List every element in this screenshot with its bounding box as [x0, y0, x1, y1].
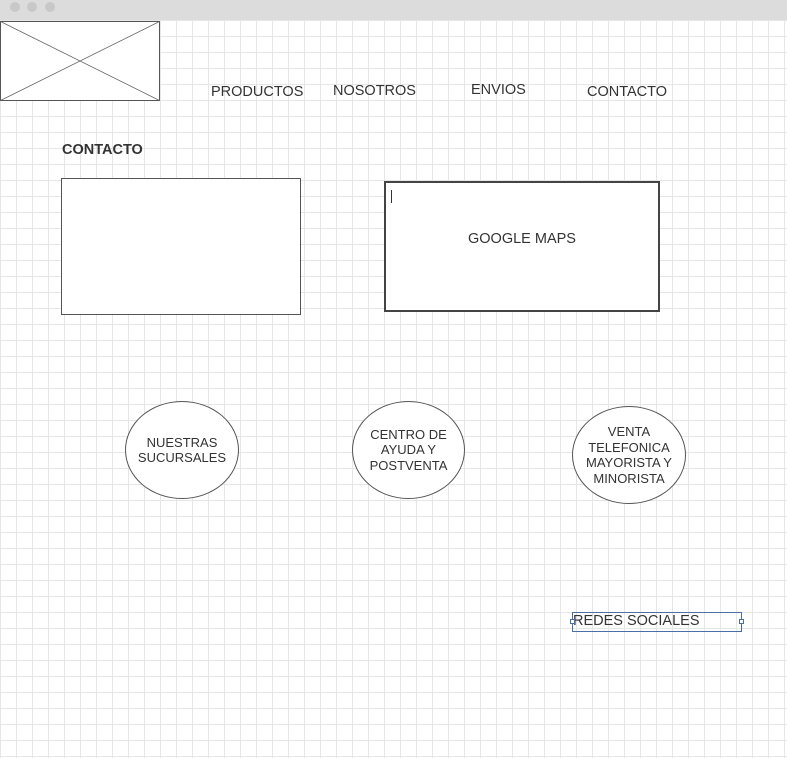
nav-contacto-link[interactable]: CONTACTO	[587, 84, 667, 100]
redes-sociales-label: REDES SOCIALES	[573, 613, 700, 629]
sucursales-label: NUESTRAS SUCURSALES	[137, 434, 227, 466]
wireframe-canvas: PRODUCTOS NOSOTROS ENVIOS CONTACTO CONTA…	[0, 0, 787, 758]
google-maps-placeholder[interactable]: GOOGLE MAPS	[384, 181, 660, 312]
contact-form-placeholder[interactable]	[61, 178, 301, 315]
resize-handle-left[interactable]	[570, 619, 575, 624]
logo-image-placeholder-icon	[0, 21, 160, 101]
redes-sociales-textbox[interactable]: REDES SOCIALES	[570, 612, 744, 632]
nav-envios-link[interactable]: ENVIOS	[471, 82, 526, 98]
ayuda-postventa-label: CENTRO DE AYUDA Y POSTVENTA	[369, 426, 448, 473]
maximize-window-icon[interactable]	[45, 2, 55, 12]
text-caret	[391, 190, 392, 203]
sucursales-button[interactable]: NUESTRAS SUCURSALES	[125, 401, 239, 499]
map-label: GOOGLE MAPS	[468, 231, 576, 247]
nav-nosotros-link[interactable]: NOSOTROS	[333, 83, 416, 99]
minimize-window-icon[interactable]	[27, 2, 37, 12]
ayuda-postventa-button[interactable]: CENTRO DE AYUDA Y POSTVENTA	[352, 401, 465, 499]
resize-handle-right[interactable]	[739, 619, 744, 624]
window-titlebar	[0, 0, 787, 20]
nav-productos-link[interactable]: PRODUCTOS	[211, 84, 303, 100]
venta-telefonica-label: VENTA TELEFONICA MAYORISTA Y MINORISTA	[586, 424, 672, 486]
venta-telefonica-button[interactable]: VENTA TELEFONICA MAYORISTA Y MINORISTA	[572, 406, 686, 504]
close-window-icon[interactable]	[10, 2, 20, 12]
page-title: CONTACTO	[62, 142, 143, 158]
